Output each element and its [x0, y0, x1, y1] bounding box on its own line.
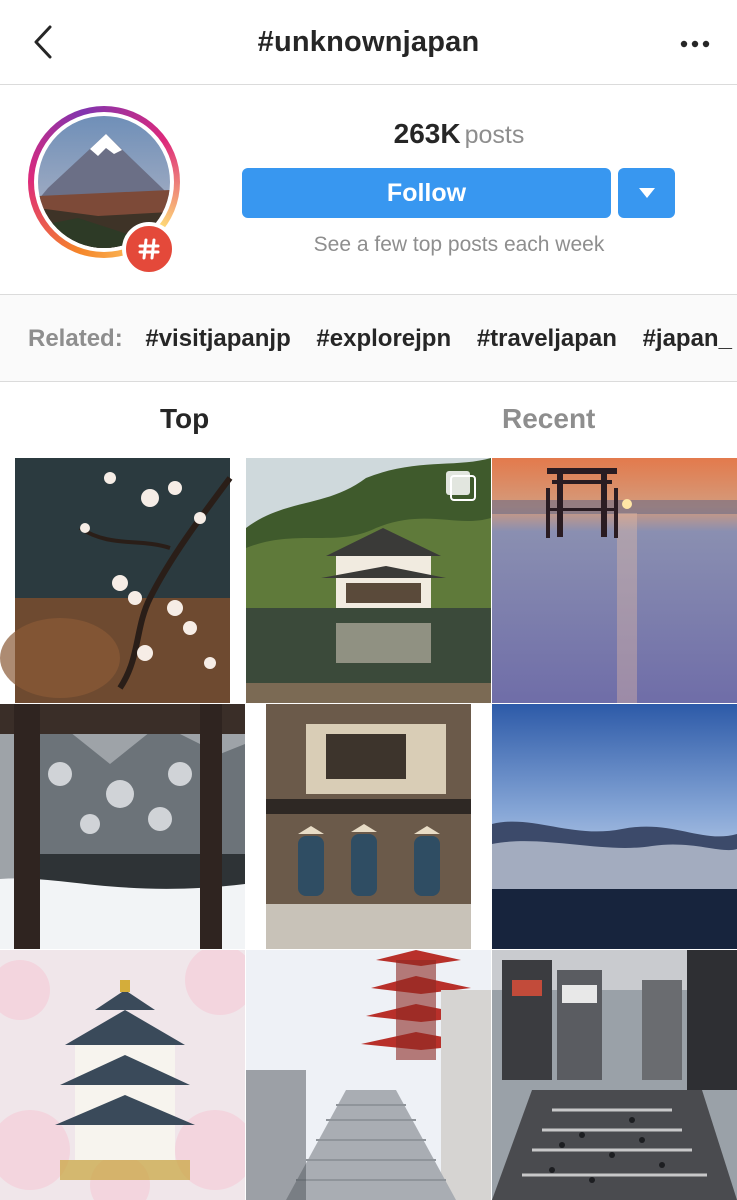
grid-post-pagoda-stairs[interactable] — [246, 950, 491, 1200]
pagoda-stairs-image — [246, 950, 491, 1200]
post-stats: 263K posts — [242, 118, 676, 150]
more-dots-icon — [680, 40, 710, 48]
torii-sunset-image — [492, 458, 737, 703]
grid-post-shibuya-crossing[interactable] — [492, 950, 737, 1200]
ocean-sky-image — [492, 704, 737, 949]
related-hashtags-bar[interactable]: Related: #visitjapanjp #explorejpn #trav… — [0, 294, 737, 382]
grid-post-snowy-garden[interactable] — [0, 704, 245, 949]
shibuya-crossing-image — [492, 950, 737, 1200]
post-grid — [0, 458, 737, 1200]
feed-tabs: Top Recent — [0, 381, 737, 457]
hashtag-icon — [138, 238, 160, 260]
follow-subtext: See a few top posts each week — [313, 233, 605, 256]
related-tag-traveljapan[interactable]: #traveljapan — [477, 325, 617, 352]
plum-blossom-image — [0, 458, 245, 703]
follow-options-button[interactable] — [618, 168, 675, 218]
follow-button[interactable]: Follow — [242, 168, 611, 218]
grid-post-monks-street[interactable] — [246, 704, 491, 949]
hashtag-avatar[interactable] — [28, 106, 180, 276]
posts-count: 263K — [393, 118, 461, 149]
tab-recent[interactable]: Recent — [502, 403, 595, 435]
posts-label: posts — [464, 121, 525, 149]
grid-post-osaka-castle[interactable] — [0, 950, 245, 1200]
related-tag-japan[interactable]: #japan_ — [643, 325, 732, 352]
top-nav-bar: #unknownjapan — [0, 0, 737, 85]
related-label: Related: — [28, 325, 123, 352]
snowy-garden-image — [0, 704, 245, 949]
page-title: #unknownjapan — [257, 26, 480, 58]
grid-post-ocean-sky[interactable] — [492, 704, 737, 949]
hashtag-badge — [122, 222, 176, 276]
more-options-button[interactable] — [675, 30, 715, 58]
caret-down-icon — [638, 188, 655, 198]
pavilion-reflection-image — [246, 458, 491, 703]
tab-top[interactable]: Top — [160, 403, 209, 435]
osaka-castle-image — [0, 950, 245, 1200]
grid-post-golden-pavilion[interactable] — [246, 458, 491, 703]
grid-post-plum-blossom[interactable] — [0, 458, 245, 703]
related-tag-explorejpn[interactable]: #explorejpn — [316, 325, 451, 352]
related-tag-visitjapanjp[interactable]: #visitjapanjp — [145, 325, 290, 352]
grid-post-floating-torii[interactable] — [492, 458, 737, 703]
monks-walking-image — [246, 704, 491, 949]
